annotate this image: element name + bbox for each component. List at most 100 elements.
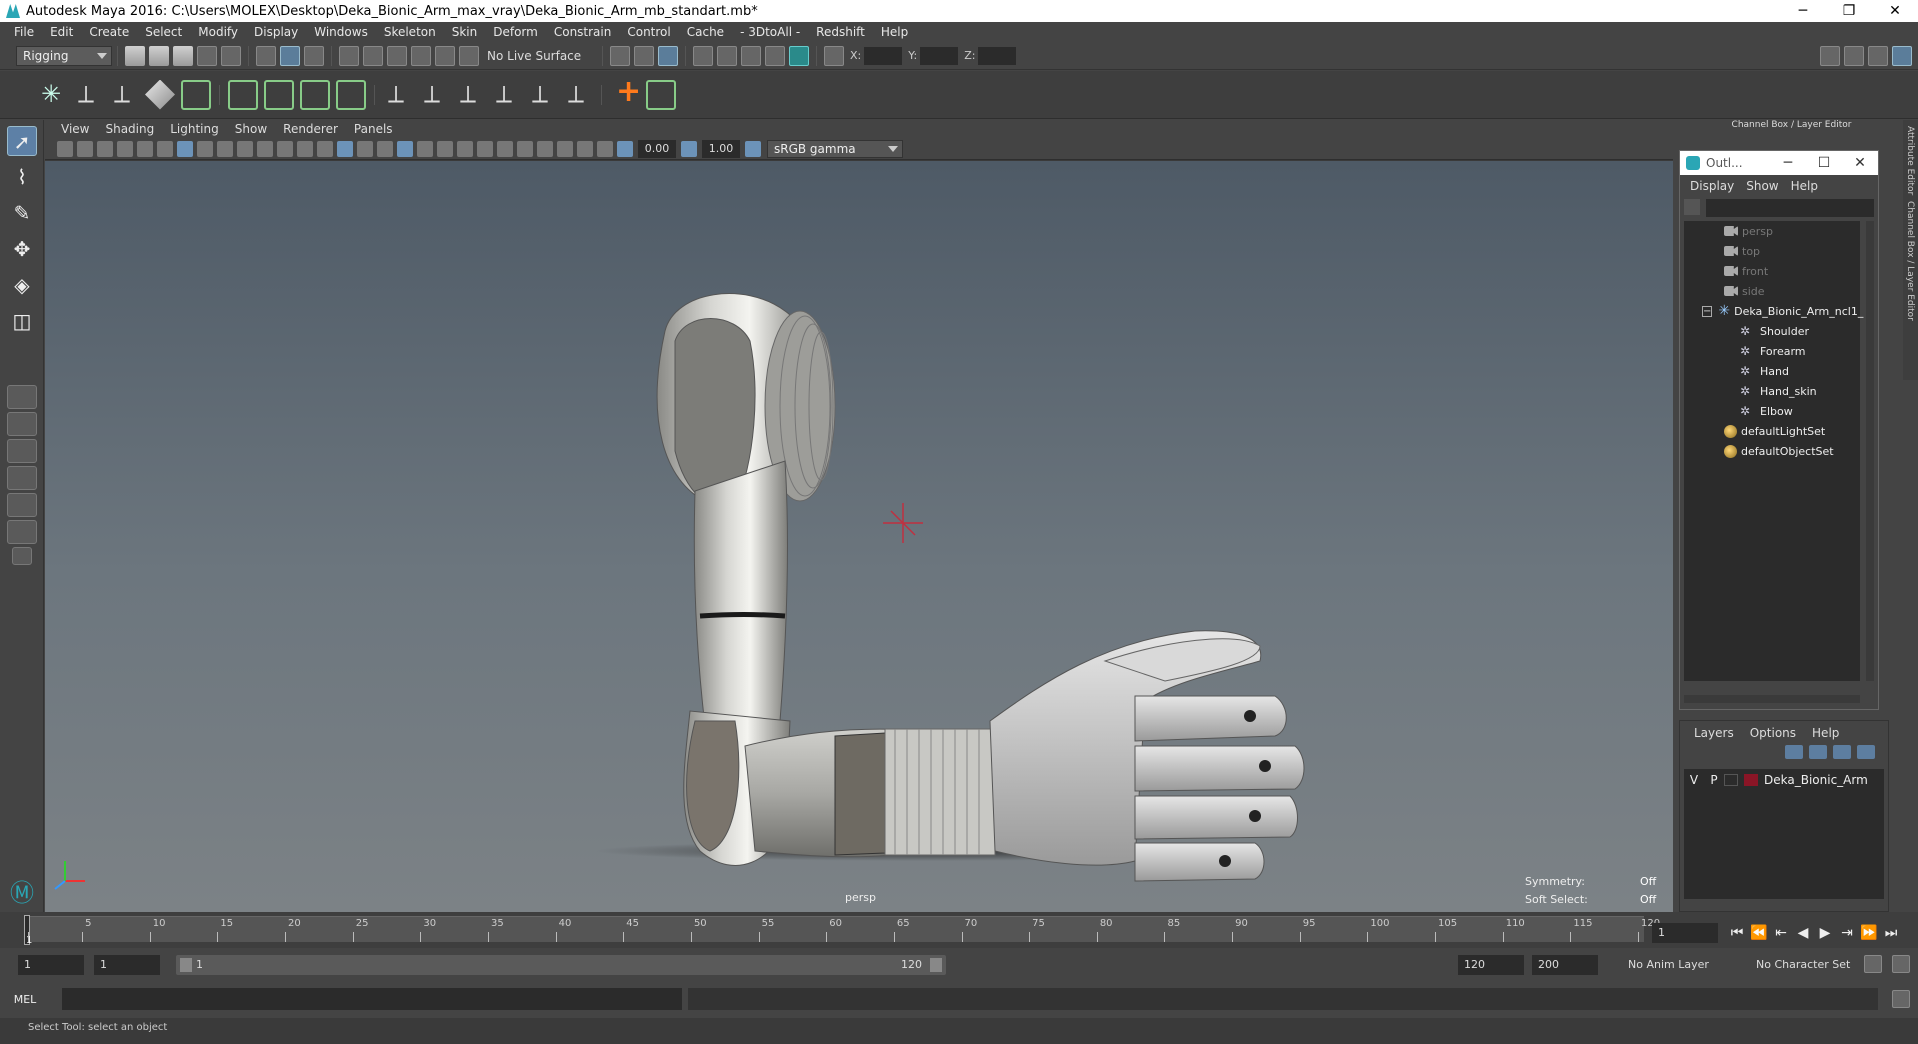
magnet-icon[interactable] — [459, 45, 479, 66]
command-language-label[interactable]: MEL — [0, 993, 50, 1006]
tool-settings-toggle-icon[interactable] — [1868, 45, 1888, 66]
select-component-icon[interactable] — [304, 45, 324, 66]
single-pane-layout[interactable] — [7, 385, 37, 409]
outliner-hscrollbar[interactable] — [1684, 695, 1860, 703]
outliner-item[interactable]: ✲ Forearm — [1684, 341, 1860, 361]
select-object-icon[interactable] — [280, 45, 300, 66]
constraint-orient-icon[interactable] — [491, 80, 521, 110]
outliner-maximize-button[interactable]: ☐ — [1806, 155, 1842, 171]
grease-pencil-icon[interactable] — [157, 140, 173, 157]
redo-icon[interactable] — [221, 45, 241, 66]
scale-tool[interactable]: ◫ — [7, 306, 37, 336]
snap-grid-icon[interactable] — [339, 45, 359, 66]
menu-constrain[interactable]: Constrain — [546, 25, 620, 39]
play-forwards-button[interactable]: ▶ — [1816, 923, 1834, 943]
animation-end-field[interactable]: 200 — [1532, 955, 1598, 975]
screen-space-ao-icon[interactable] — [457, 140, 473, 157]
film-gate-icon[interactable] — [197, 140, 213, 157]
time-ruler[interactable]: 1 5 10 15 20 25 30 35 40 45 50 55 60 65 70 75 80 85 90 95 1… — [24, 915, 1660, 946]
minimize-button[interactable]: ─ — [1780, 0, 1826, 22]
lasso-tool[interactable]: ⌇ — [7, 162, 37, 192]
go-to-start-button[interactable]: ⏮ — [1728, 923, 1746, 943]
close-button[interactable]: ✕ — [1872, 0, 1918, 22]
image-plane-icon[interactable] — [117, 140, 133, 157]
viewport-menu-shading[interactable]: Shading — [97, 122, 162, 136]
layer-visibility-toggle[interactable]: V — [1684, 773, 1704, 787]
constraint-aim-icon[interactable] — [455, 80, 485, 110]
constraint-point-icon[interactable] — [419, 80, 449, 110]
menu-windows[interactable]: Windows — [306, 25, 376, 39]
outliner-menu-help[interactable]: Help — [1785, 179, 1824, 193]
range-end-handle[interactable] — [930, 958, 942, 972]
render-frame-icon[interactable] — [717, 45, 737, 66]
locator-icon[interactable] — [37, 80, 67, 110]
menu-skeleton[interactable]: Skeleton — [376, 25, 444, 39]
xray-joints-icon[interactable] — [597, 140, 613, 157]
outliner-vscrollbar[interactable] — [1866, 221, 1874, 681]
layer-playback-toggle[interactable]: P — [1704, 773, 1724, 787]
camera-attr-icon[interactable] — [77, 140, 93, 157]
layer-move-up-icon[interactable] — [1785, 745, 1803, 759]
layer-row[interactable]: V P Deka_Bionic_Arm — [1684, 769, 1884, 791]
outliner-item[interactable]: front — [1684, 261, 1860, 281]
save-scene-icon[interactable] — [173, 45, 193, 66]
pole-vector-icon[interactable] — [610, 74, 641, 110]
outliner-item[interactable]: ✲ Shoulder — [1684, 321, 1860, 341]
live-surface-field[interactable]: No Live Surface — [487, 49, 597, 63]
viewport-menu-show[interactable]: Show — [227, 122, 275, 136]
safe-title-icon[interactable] — [297, 140, 313, 157]
gate-mask-icon[interactable] — [237, 140, 253, 157]
motion-blur-icon[interactable] — [477, 140, 493, 157]
step-back-key-button[interactable]: ⏪ — [1750, 923, 1768, 943]
select-hierarchy-icon[interactable] — [256, 45, 276, 66]
gamma-field[interactable]: 1.00 — [702, 139, 740, 158]
menu-skin[interactable]: Skin — [444, 25, 486, 39]
menu-modify[interactable]: Modify — [190, 25, 246, 39]
colorspace-dropdown[interactable]: sRGB gamma — [767, 139, 903, 158]
viewport-menu-view[interactable]: View — [53, 122, 97, 136]
range-slider[interactable]: 1 120 — [176, 955, 946, 975]
create-joint-icon[interactable] — [73, 80, 103, 110]
x-field[interactable] — [864, 46, 903, 65]
menu-file[interactable]: File — [6, 25, 42, 39]
step-forward-frame-button[interactable]: ⇥ — [1838, 923, 1856, 943]
hypershade-icon[interactable] — [789, 45, 809, 66]
paint-weights-icon[interactable] — [383, 80, 413, 110]
xray-icon[interactable] — [557, 140, 573, 157]
joint-tool-icon[interactable] — [181, 79, 211, 110]
exposure-icon[interactable] — [617, 140, 633, 157]
shadows-icon[interactable] — [437, 140, 453, 157]
2d-pan-icon[interactable] — [137, 140, 153, 157]
anim-layer-dropdown[interactable]: No Anim Layer — [1622, 955, 1742, 975]
undo-icon[interactable] — [197, 45, 217, 66]
3d-scene-view[interactable]: persp Symmetry: Off Soft Select: Off — [45, 161, 1673, 912]
channel-box-toggle-icon[interactable] — [1892, 45, 1912, 66]
textured-icon[interactable] — [397, 140, 413, 157]
go-to-end-button[interactable]: ⏭ — [1882, 923, 1900, 943]
animation-prefs-icon[interactable] — [1892, 955, 1910, 973]
render-settings-icon[interactable] — [765, 45, 785, 66]
step-forward-key-button[interactable]: ⏩ — [1860, 923, 1878, 943]
y-field[interactable] — [920, 46, 959, 65]
four-pane-layout[interactable] — [7, 412, 37, 436]
character-set-dropdown[interactable]: No Character Set — [1750, 955, 1870, 975]
layers-menu-help[interactable]: Help — [1804, 726, 1847, 740]
insert-joint-icon[interactable] — [109, 80, 139, 110]
outliner-item[interactable]: − ✳ Deka_Bionic_Arm_ncl1_ — [1684, 301, 1863, 321]
xray-active-icon[interactable] — [577, 140, 593, 157]
move-tool[interactable]: ✥ — [7, 234, 37, 264]
animation-start-field[interactable]: 1 — [18, 955, 84, 975]
render-view-icon[interactable] — [693, 45, 713, 66]
playback-start-field[interactable]: 1 — [94, 955, 160, 975]
attribute-editor-toggle-icon[interactable] — [1844, 45, 1864, 66]
resolution-gate-icon[interactable] — [217, 140, 233, 157]
bind-skin-icon[interactable] — [228, 79, 258, 110]
side-by-side-layout[interactable] — [7, 439, 37, 463]
layer-move-down-icon[interactable] — [1809, 745, 1827, 759]
outliner-menu-display[interactable]: Display — [1684, 179, 1740, 193]
open-scene-icon[interactable] — [149, 45, 169, 66]
persp-outliner-layout[interactable] — [7, 466, 37, 490]
use-all-lights-icon[interactable] — [417, 140, 433, 157]
field-chart-icon[interactable] — [257, 140, 273, 157]
layers-menu-options[interactable]: Options — [1742, 726, 1804, 740]
